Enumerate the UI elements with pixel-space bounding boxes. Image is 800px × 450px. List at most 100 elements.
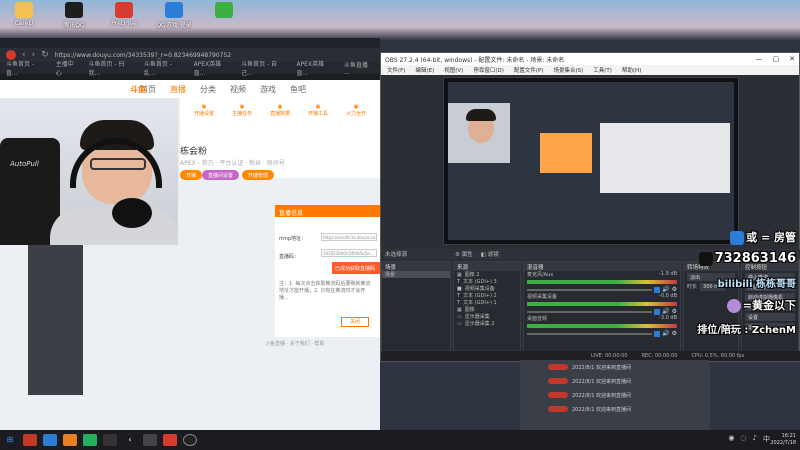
browser-icon[interactable] — [63, 434, 77, 446]
gear-icon[interactable]: ⚙ — [672, 308, 677, 315]
desktop-icon[interactable]: QQ游戏 登录 — [156, 2, 192, 29]
rtmp-label: rtmp地址： — [279, 236, 307, 242]
streamer-profile: ▣开播设置 ▣主播任务 ▣直播数据 ▣开播工具 ▣火力全开 ▣其他 栋会粉 AP… — [180, 98, 399, 180]
bookmark[interactable]: 斗鱼首页 - 直... — [6, 59, 46, 77]
url-field[interactable]: https://www.douyu.com/3433539?_r=0.82346… — [55, 52, 231, 59]
obs-icon[interactable] — [183, 434, 197, 446]
tile-data[interactable]: ▣ 直播数据 — [266, 104, 294, 128]
bookmark[interactable]: 斗鱼首页 - 扫我... — [89, 59, 134, 77]
gear-icon[interactable]: ⚙ — [672, 330, 677, 337]
start-icon[interactable]: ⊞ — [3, 434, 17, 446]
channel-name: 视频采集设备 — [527, 294, 558, 300]
level-badge — [548, 364, 568, 370]
menu-scene-collection[interactable]: 场景集合(S) — [553, 66, 583, 74]
site-nav-item[interactable]: 视频 — [230, 84, 246, 95]
menu-tools[interactable]: 工具(T) — [593, 66, 612, 74]
wifi-icon[interactable]: ◌ — [740, 434, 746, 444]
game-icon — [165, 2, 183, 18]
source-item[interactable]: ▦ 图像 2 — [454, 271, 520, 279]
tile-tasks[interactable]: ▣ 主播任务 — [228, 104, 256, 128]
desktop-icon[interactable]: PreDrive — [106, 2, 142, 28]
page-footer: 斗鱼直播 · 关于我们 · 帮助 — [265, 341, 325, 347]
desktop-icon[interactable] — [206, 2, 242, 28]
network-icon[interactable]: ◉ — [728, 434, 734, 444]
microphone — [112, 198, 152, 228]
volume-knob[interactable] — [654, 308, 661, 315]
bookmark[interactable]: 斗鱼直播 ... — [344, 60, 374, 76]
bookmark[interactable]: APEX英雄直... — [296, 59, 333, 77]
volume-slider[interactable] — [527, 288, 653, 291]
desktop-icon[interactable]: 腾讯QQ — [56, 2, 92, 29]
explorer-icon[interactable] — [43, 434, 57, 446]
stream-manage-button[interactable]: 开播管理 — [242, 170, 275, 180]
bookmark[interactable]: 斗鱼首页 - 乱... — [144, 59, 184, 77]
app-icon[interactable] — [143, 434, 157, 446]
clock[interactable]: 16:21 2022/7/18 — [770, 433, 796, 447]
volume-knob[interactable] — [654, 286, 661, 293]
menu-file[interactable]: 文件(F) — [387, 66, 405, 74]
volume-knob[interactable] — [654, 330, 661, 337]
wechat-icon[interactable] — [83, 434, 97, 446]
source-item[interactable]: ▭ 显示器采集 — [454, 313, 520, 321]
tile-fire[interactable]: ▣ 火力全开 — [342, 104, 370, 128]
channel-name: 桌面音频 — [527, 316, 548, 322]
bookmark[interactable]: 斗鱼首页 - 自己... — [241, 59, 286, 77]
modal-close-button[interactable]: 关闭 — [341, 317, 369, 327]
apex-icon[interactable] — [163, 434, 177, 446]
filters-button[interactable]: ◧ 滤镜 — [481, 250, 499, 258]
qq-number: 732863146 — [698, 251, 796, 266]
source-item[interactable]: T 文本 (GDI+) 1 — [454, 299, 520, 307]
tile-tools[interactable]: ▣ 开播工具 — [304, 104, 332, 128]
rank-icon — [726, 299, 741, 313]
site-nav-item[interactable]: 直播 — [170, 84, 186, 95]
desktop-icon[interactable]: CareLi — [6, 2, 42, 28]
chat-message: 2022/8/1 欢迎来到直播间 — [520, 402, 710, 416]
source-item[interactable]: T 文本 (GDI+) 2 — [454, 292, 520, 300]
text-icon: T — [457, 299, 461, 306]
scenes-dock: 场景 场景 + − ⌃ ⌄ — [381, 261, 451, 361]
rtmp-field[interactable]: https://sendfc3a.douyu.co... — [321, 233, 377, 241]
stream-code-field[interactable]: 3433539d0VQffd85e5e... — [321, 249, 377, 257]
menu-docks[interactable]: 停靠窗口(D) — [473, 66, 504, 74]
level-badge — [548, 406, 568, 412]
speaker-icon[interactable]: 🔊 — [662, 286, 669, 293]
bookmark[interactable]: 主播中心 — [56, 59, 79, 77]
source-item[interactable]: ▭ 显示器采集 2 — [454, 320, 520, 328]
site-nav-item[interactable]: 游戏 — [260, 84, 276, 95]
obs-preview[interactable] — [443, 77, 739, 245]
chat-feed: 2022/8/1 欢迎来到直播间 2022/8/1 欢迎来到直播间 2022/8… — [520, 360, 710, 430]
menu-edit[interactable]: 编辑(E) — [415, 66, 434, 74]
input-method-icon[interactable]: 中 — [763, 434, 770, 444]
gear-icon[interactable]: ⚙ — [672, 286, 677, 293]
app-icon[interactable] — [103, 434, 117, 446]
speaker-icon[interactable]: 🔊 — [662, 330, 669, 337]
site-nav-item[interactable]: 分类 — [200, 84, 216, 95]
clock-date: 2022/7/18 — [770, 440, 796, 446]
volume-slider[interactable] — [527, 332, 653, 335]
browser-tabbar — [0, 38, 380, 48]
tile-stream-settings[interactable]: ▣ 开播设置 — [190, 104, 218, 128]
menu-profile[interactable]: 配置文件(P) — [514, 66, 544, 74]
speaker-icon[interactable]: 🔊 — [662, 308, 669, 315]
chevron-icon[interactable]: ‹ — [123, 434, 137, 446]
room-settings-button[interactable]: 直播间设置 — [202, 170, 240, 180]
minimize-icon[interactable]: — — [756, 55, 763, 63]
scene-item[interactable]: 场景 — [382, 271, 450, 278]
start-stream-button[interactable]: 开播 — [180, 170, 203, 180]
image-icon: ▦ — [457, 306, 462, 313]
menu-view[interactable]: 视图(V) — [444, 66, 463, 74]
site-nav-item[interactable]: 鱼吧 — [290, 84, 306, 95]
bookmark[interactable]: APEX英雄直... — [194, 59, 231, 77]
source-item[interactable]: T 文本 (GDI+) 3 — [454, 278, 520, 286]
menu-help[interactable]: 帮助(H) — [622, 66, 641, 74]
site-logo[interactable]: 斗鱼 — [130, 84, 146, 95]
source-item[interactable]: ■ 视频采集设备 — [454, 285, 520, 293]
maximize-icon[interactable]: ▢ — [773, 55, 780, 63]
source-item[interactable]: ▦ 图像 — [454, 306, 520, 314]
volume-slider[interactable] — [527, 310, 653, 313]
properties-button[interactable]: ⚙ 属性 — [455, 250, 473, 258]
close-icon[interactable]: ✕ — [789, 55, 795, 63]
volume-icon[interactable]: ♪ — [753, 434, 757, 444]
sources-title: 来源 — [454, 262, 520, 271]
app-icon[interactable] — [23, 434, 37, 446]
